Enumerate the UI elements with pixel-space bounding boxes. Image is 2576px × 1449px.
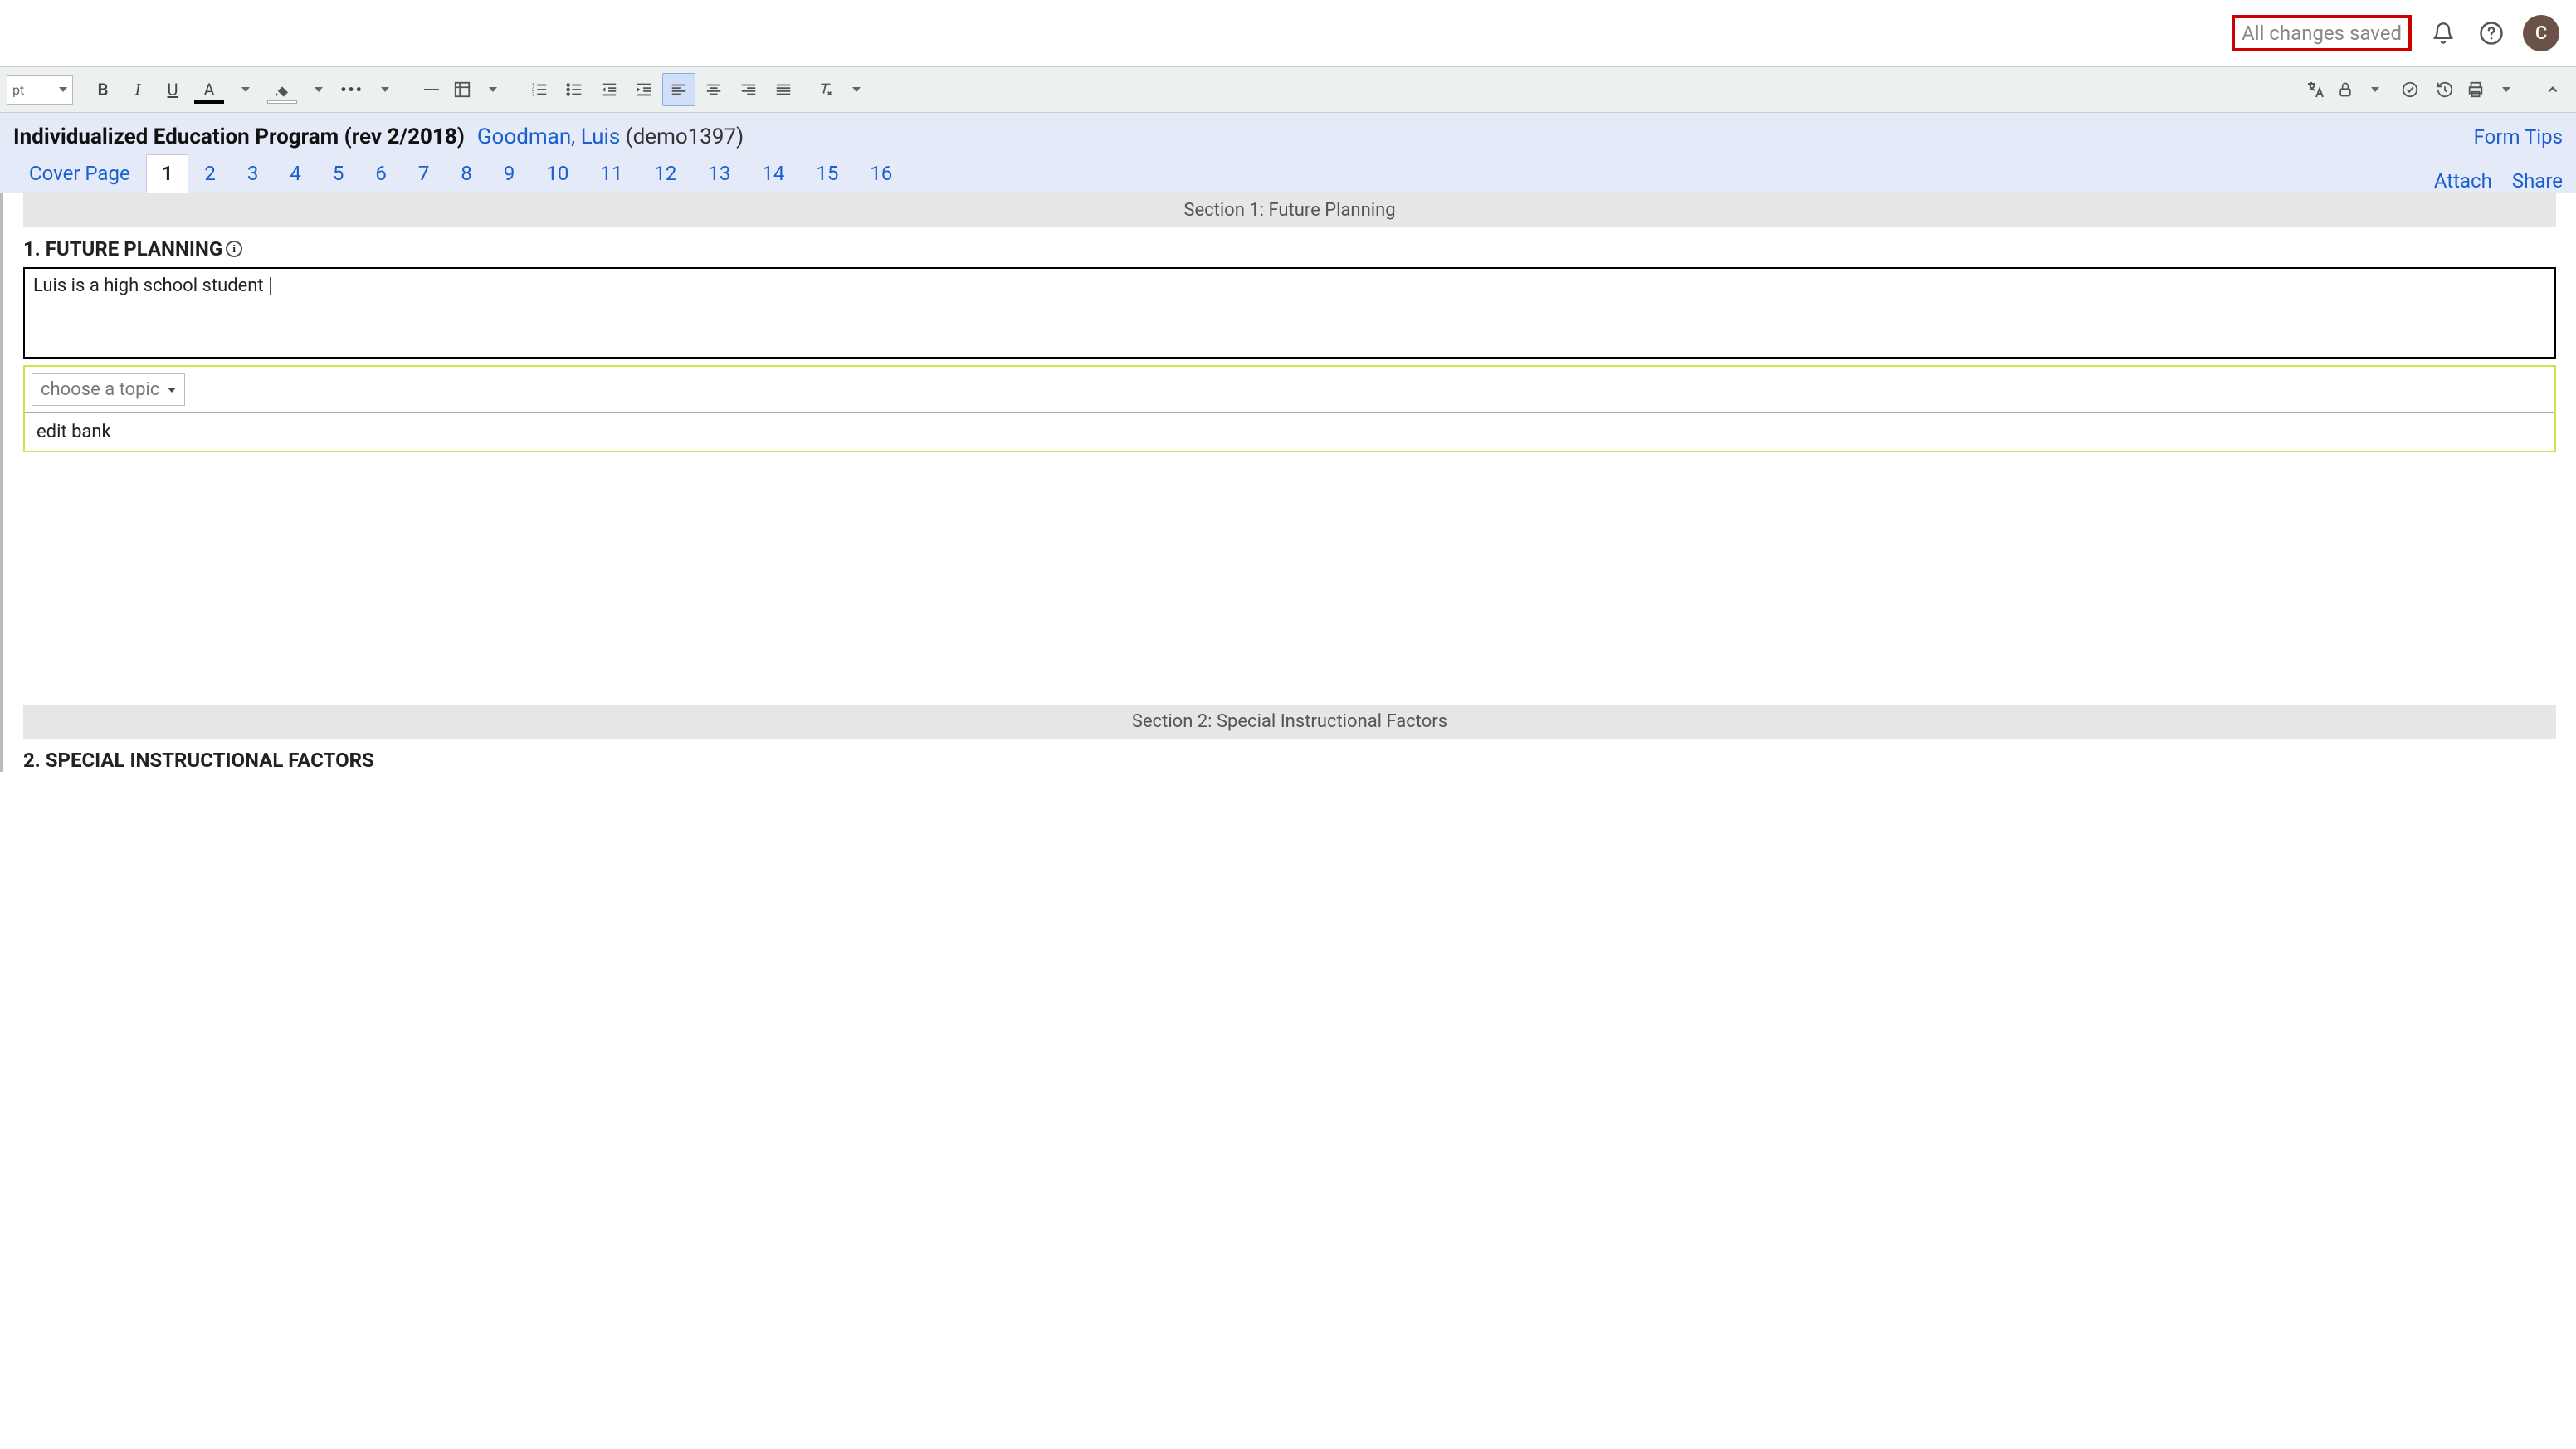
tab-1[interactable]: 1: [146, 154, 189, 193]
section-1-title: 1. FUTURE PLANNING i: [23, 237, 2556, 261]
student-demo-id: (demo1397): [620, 124, 744, 149]
clear-format-dropdown[interactable]: [840, 73, 873, 106]
future-planning-textarea[interactable]: Luis is a high school student: [23, 267, 2556, 359]
avatar[interactable]: C: [2523, 15, 2559, 51]
notifications-icon[interactable]: [2427, 17, 2460, 50]
help-icon[interactable]: [2475, 17, 2508, 50]
align-left-button[interactable]: [662, 73, 695, 106]
text-color-dropdown[interactable]: [229, 73, 262, 106]
font-size-select[interactable]: pt: [7, 75, 73, 105]
tab-8[interactable]: 8: [445, 154, 488, 193]
align-justify-button[interactable]: [767, 73, 800, 106]
outdent-button[interactable]: [593, 73, 626, 106]
italic-button[interactable]: I: [121, 73, 154, 106]
topic-bank: choose a topic edit bank: [23, 365, 2556, 452]
table-button[interactable]: [450, 73, 475, 106]
more-formatting-button[interactable]: •••: [337, 73, 367, 106]
form-tips-link[interactable]: Form Tips: [2474, 125, 2563, 149]
section-2-band: Section 2: Special Instructional Factors: [23, 705, 2556, 739]
tab-12[interactable]: 12: [638, 154, 692, 193]
tab-actions: Attach Share: [2434, 169, 2563, 193]
clear-format-button[interactable]: [813, 73, 838, 106]
form-title: Individualized Education Program (rev 2/…: [13, 124, 465, 149]
tab-16[interactable]: 16: [854, 154, 908, 193]
text-cursor: [270, 277, 271, 295]
translate-button[interactable]: [2299, 73, 2332, 106]
bank-top: choose a topic: [25, 367, 2554, 413]
chevron-down-icon: [59, 87, 67, 92]
fill-color-button[interactable]: [264, 73, 300, 106]
section-1-band: Section 1: Future Planning: [23, 193, 2556, 227]
section-1-title-text: 1. FUTURE PLANNING: [23, 237, 222, 261]
tab-15[interactable]: 15: [800, 154, 854, 193]
topbar: All changes saved C: [0, 0, 2576, 66]
print-button[interactable]: [2463, 73, 2488, 106]
more-formatting-dropdown[interactable]: [368, 73, 402, 106]
table-dropdown[interactable]: [476, 73, 510, 106]
print-dropdown[interactable]: [2490, 73, 2523, 106]
horizontal-rule-button[interactable]: [415, 73, 448, 106]
tab-11[interactable]: 11: [584, 154, 638, 193]
choose-topic-dropdown[interactable]: choose a topic: [32, 373, 185, 406]
tab-3[interactable]: 3: [232, 154, 275, 193]
save-status: All changes saved: [2232, 15, 2412, 51]
attach-link[interactable]: Attach: [2434, 169, 2492, 193]
whitespace: [3, 472, 2576, 705]
tab-14[interactable]: 14: [746, 154, 800, 193]
form-header: Individualized Education Program (rev 2/…: [0, 113, 2576, 193]
tab-5[interactable]: 5: [317, 154, 360, 193]
collapse-toolbar-button[interactable]: [2536, 73, 2569, 106]
tab-7[interactable]: 7: [402, 154, 446, 193]
form-title-row: Individualized Education Program (rev 2/…: [13, 124, 744, 149]
numbered-list-button[interactable]: 123: [523, 73, 556, 106]
text-color-button[interactable]: A: [191, 73, 227, 106]
page-tabs: Cover Page 1 2 3 4 5 6 7 8 9 10 11 12 13…: [13, 154, 908, 193]
share-link[interactable]: Share: [2512, 169, 2563, 193]
tab-13[interactable]: 13: [692, 154, 746, 193]
chevron-down-icon: [168, 388, 176, 393]
future-planning-text: Luis is a high school student: [33, 276, 268, 296]
choose-topic-label: choose a topic: [41, 379, 159, 400]
validate-button[interactable]: [2393, 73, 2427, 106]
section-2-title: 2. SPECIAL INSTRUCTIONAL FACTORS: [23, 749, 2556, 772]
tab-9[interactable]: 9: [488, 154, 531, 193]
lock-dropdown[interactable]: [2359, 73, 2392, 106]
info-icon[interactable]: i: [226, 241, 242, 257]
indent-button[interactable]: [627, 73, 661, 106]
history-button[interactable]: [2428, 73, 2461, 106]
formatting-toolbar: pt B I U A ••• 123: [0, 66, 2576, 113]
bold-button[interactable]: B: [86, 73, 120, 106]
content-area: Section 1: Future Planning 1. FUTURE PLA…: [0, 193, 2576, 772]
align-center-button[interactable]: [697, 73, 730, 106]
fill-color-dropdown[interactable]: [302, 73, 335, 106]
underline-button[interactable]: U: [156, 73, 189, 106]
align-right-button[interactable]: [732, 73, 765, 106]
edit-bank-link[interactable]: edit bank: [25, 413, 2554, 451]
font-unit-label: pt: [12, 82, 24, 98]
student-name-link[interactable]: Goodman, Luis: [477, 124, 620, 149]
bullet-list-button[interactable]: [558, 73, 591, 106]
tab-cover-page[interactable]: Cover Page: [13, 154, 146, 193]
svg-text:3: 3: [532, 90, 535, 97]
tab-10[interactable]: 10: [530, 154, 584, 193]
tab-6[interactable]: 6: [359, 154, 402, 193]
tab-4[interactable]: 4: [274, 154, 317, 193]
tab-2[interactable]: 2: [188, 154, 232, 193]
lock-button[interactable]: [2334, 73, 2357, 106]
